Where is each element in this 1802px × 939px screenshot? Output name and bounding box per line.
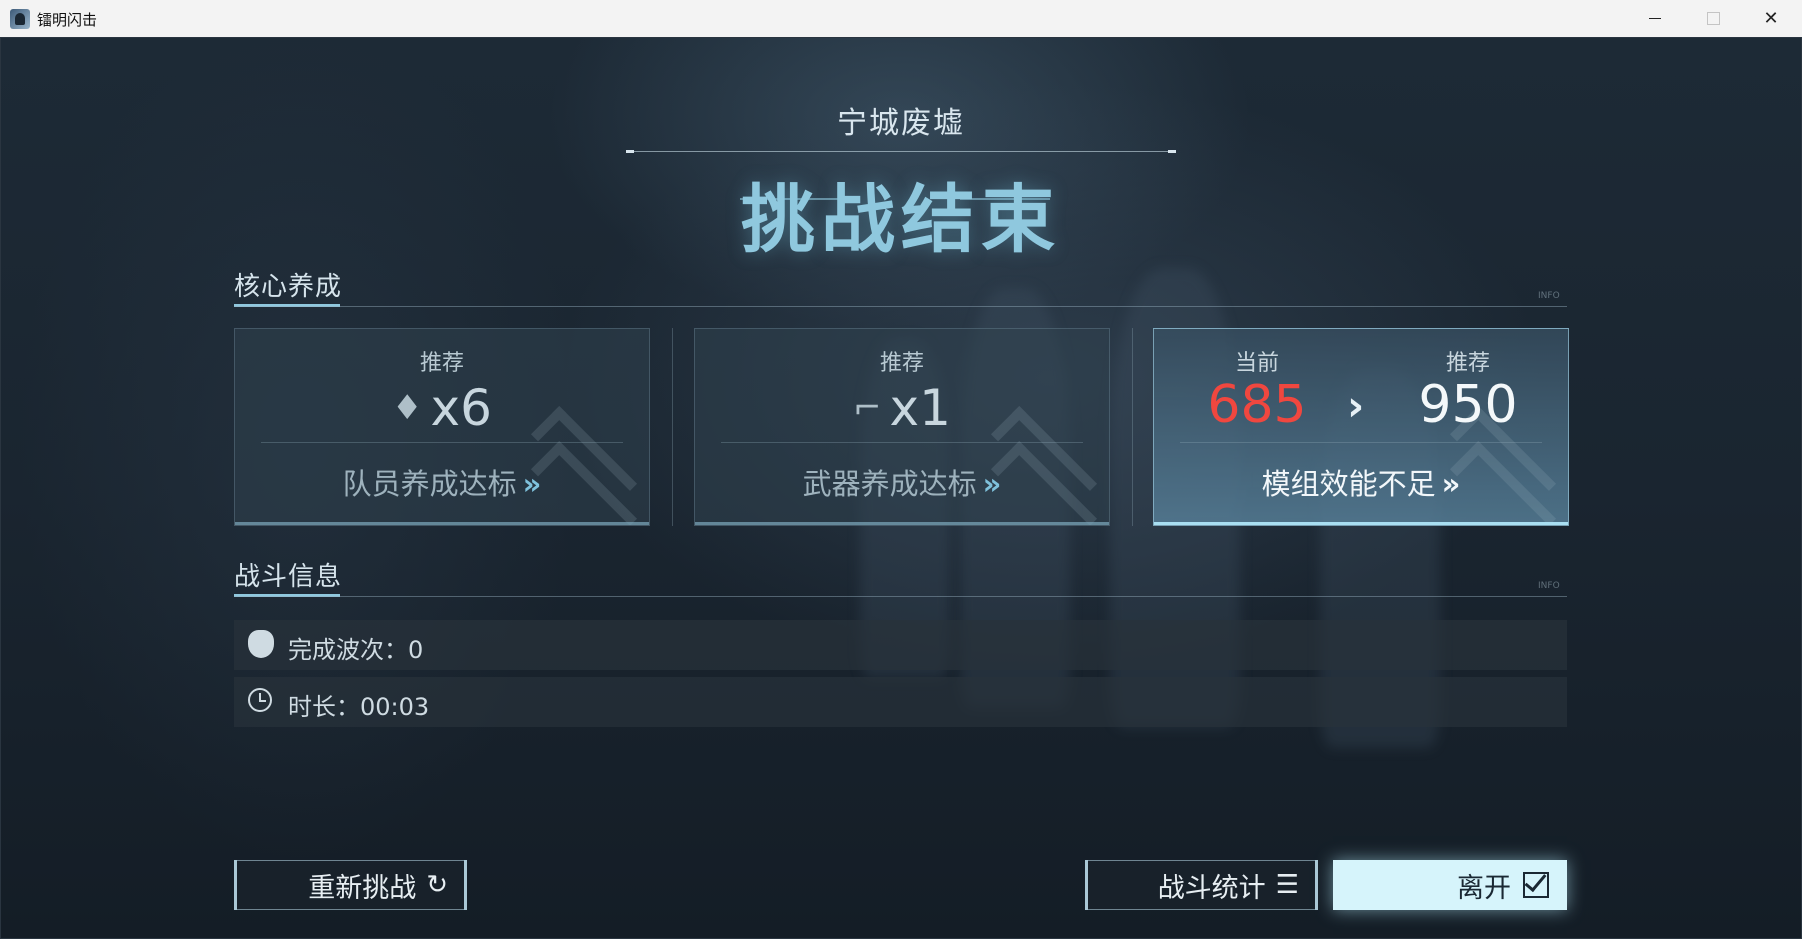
card-action[interactable]: 队员养成达标» (235, 461, 649, 503)
checkbox-icon (1523, 872, 1549, 898)
app-icon (10, 9, 30, 29)
close-icon: ✕ (1763, 8, 1779, 29)
close-button[interactable]: ✕ (1742, 0, 1800, 37)
module-card[interactable]: 当前 推荐 685 › 950 模组效能不足» (1153, 328, 1569, 526)
card-label: 推荐 (879, 351, 924, 376)
recommended-value: 950 (1418, 375, 1518, 435)
document-icon: ☰ (1275, 870, 1299, 900)
card-separator (672, 328, 673, 526)
double-chevron-icon: » (982, 467, 1002, 501)
refresh-icon: ↻ (426, 870, 448, 900)
card-action[interactable]: 武器养成达标» (695, 461, 1109, 503)
current-label: 当前 (1234, 351, 1279, 376)
operator-icon: ♦ (392, 388, 423, 428)
retry-label: 重新挑战 (308, 872, 417, 904)
current-value: 685 (1207, 375, 1307, 435)
duration-row: 时长：00:03 (234, 677, 1567, 727)
waves-row: 完成波次：0 (234, 620, 1567, 670)
battle-stats-label: 战斗统计 (1157, 872, 1266, 904)
section-title-battle: 战斗信息 (234, 562, 343, 592)
card-label: 推荐 (419, 351, 464, 376)
card-action-label: 武器养成达标 (802, 467, 977, 501)
double-chevron-icon: » (1441, 467, 1461, 501)
section-info-tag: INFO (1538, 581, 1560, 591)
leave-button[interactable]: 离开 (1333, 860, 1567, 910)
card-action-label: 队员养成达标 (342, 467, 517, 501)
card-action-label: 模组效能不足 (1261, 467, 1436, 501)
card-divider (1180, 442, 1542, 443)
title-divider (626, 150, 1176, 153)
operator-card[interactable]: 推荐 ♦ x6 队员养成达标» (234, 328, 650, 526)
window-titlebar: 镭明闪击 ✕ (0, 0, 1802, 38)
retry-button[interactable]: 重新挑战 ↻ (234, 860, 467, 910)
section-info-tag: INFO (1538, 291, 1560, 301)
map-name: 宁城废墟 (837, 106, 965, 141)
weapon-card[interactable]: 推荐 ⌐ x1 武器养成达标» (694, 328, 1110, 526)
maximize-button (1684, 0, 1742, 37)
recommended-label: 推荐 (1445, 351, 1490, 376)
section-divider (234, 596, 1567, 597)
gun-icon: ⌐ (853, 388, 882, 428)
card-action[interactable]: 模组效能不足» (1154, 461, 1568, 503)
operator-count: x6 (430, 379, 492, 437)
battle-stats-button[interactable]: 战斗统计 ☰ (1085, 860, 1318, 910)
leave-label: 离开 (1457, 872, 1511, 904)
card-divider (721, 442, 1083, 443)
game-viewport: 宁城废墟 挑战结束 核心养成 INFO 推荐 ♦ x6 队员养成达标» 推荐 ⌐ x… (0, 38, 1802, 939)
minimize-button[interactable] (1626, 0, 1684, 37)
clock-icon (248, 688, 272, 712)
duration-text: 时长：00:03 (288, 693, 430, 721)
card-value: ♦ x6 (235, 379, 649, 437)
skull-badge-icon (248, 630, 274, 658)
waves-text: 完成波次：0 (288, 636, 424, 664)
card-separator (1132, 328, 1133, 526)
window-title: 镭明闪击 (37, 11, 98, 29)
maximize-icon (1706, 12, 1720, 25)
section-divider (234, 306, 1567, 307)
arrow-right-icon: › (1347, 381, 1365, 430)
card-value: ⌐ x1 (695, 379, 1109, 437)
weapon-count: x1 (889, 379, 951, 437)
minimize-icon (1649, 18, 1661, 19)
card-divider (261, 442, 623, 443)
result-title: 挑战结束 (741, 177, 1061, 263)
section-title-core: 核心养成 (234, 272, 343, 302)
double-chevron-icon: » (522, 467, 542, 501)
